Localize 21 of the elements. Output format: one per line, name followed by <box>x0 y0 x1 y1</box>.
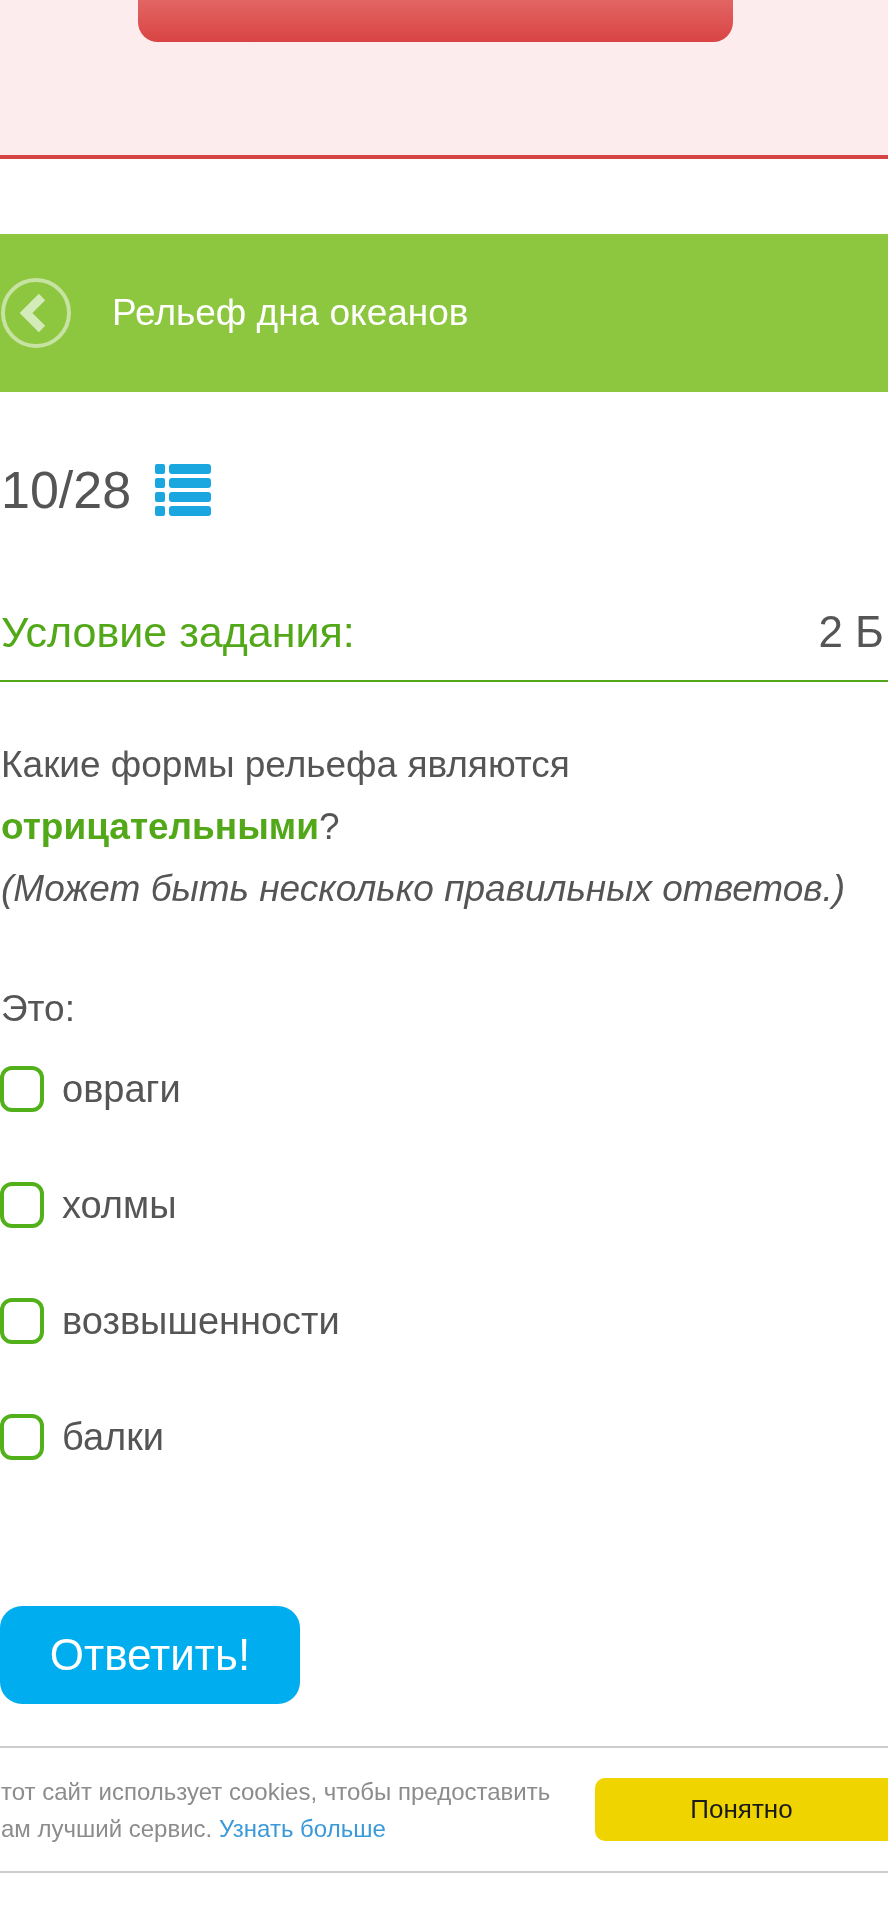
list-icon[interactable] <box>155 464 212 516</box>
answer-prompt: Это: <box>0 987 75 1031</box>
task-heading: Условие задания: <box>0 607 355 658</box>
cookie-notice-text: тот сайт использует cookies, чтобы предоставить ам лучший сервис. Узнать больше <box>0 1776 552 1844</box>
back-icon[interactable] <box>0 277 72 349</box>
submit-button[interactable]: Ответить! <box>0 1606 300 1704</box>
checkbox[interactable] <box>0 1414 44 1460</box>
option-label: овраги <box>62 1067 181 1112</box>
question-counter: 10/28 <box>0 460 132 520</box>
option-label: возвышенности <box>62 1299 340 1344</box>
checkbox[interactable] <box>0 1298 44 1344</box>
points-label: 2 Б <box>818 606 885 658</box>
checkbox[interactable] <box>0 1182 44 1228</box>
option-label: балки <box>62 1415 165 1460</box>
accept-button[interactable]: Понятно <box>595 1778 888 1841</box>
question-text: Какие формы рельефа являются отрицательными? <box>0 743 571 849</box>
learn-more-link[interactable]: Узнать больше <box>218 1814 386 1842</box>
page-title: Рельеф дна океанов <box>112 291 469 335</box>
checkbox[interactable] <box>0 1066 44 1112</box>
question-note: (Может быть несколько правильных ответов.) <box>0 867 846 911</box>
option-label: холмы <box>62 1183 177 1228</box>
